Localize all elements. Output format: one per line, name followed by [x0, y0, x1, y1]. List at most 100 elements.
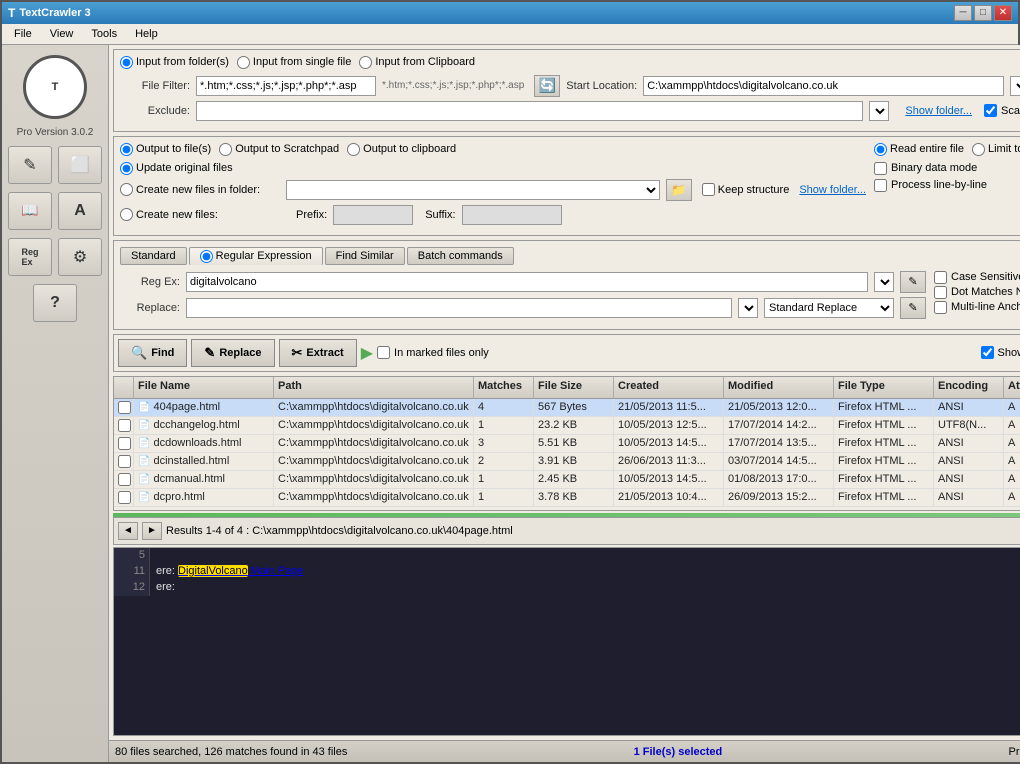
app-logo: T [23, 55, 87, 119]
new-folder-browse-button[interactable]: 📁 [666, 179, 692, 201]
tab-similar[interactable]: Find Similar [325, 247, 405, 265]
file-icon: 📄 [138, 420, 150, 431]
multiline-checkbox[interactable] [934, 301, 947, 314]
scan-subfolders-checkbox[interactable] [984, 104, 997, 117]
show-folder-link[interactable]: Show folder... [905, 105, 972, 117]
settings-button[interactable]: ⚙ [58, 238, 102, 276]
regex-input[interactable] [186, 272, 868, 292]
col-header-created[interactable]: Created [614, 377, 724, 398]
col-header-path[interactable]: Path [274, 377, 474, 398]
scan-subfolders-label[interactable]: Scan all subfolders [984, 104, 1020, 117]
page-button[interactable]: ⬜ [58, 146, 102, 184]
keep-structure-checkbox[interactable] [702, 183, 715, 196]
row-checkbox-5[interactable] [114, 489, 134, 506]
minimize-button[interactable]: ─ [954, 5, 972, 21]
edit-button[interactable]: ✎ [8, 146, 52, 184]
preview-prev-button[interactable]: ◄ [118, 522, 138, 540]
create-files-radio[interactable]: Create new files: [120, 208, 280, 221]
row-attributes-2: A [1004, 435, 1020, 452]
regex-edit-button[interactable]: ✎ [900, 271, 926, 293]
tab-regex-radio[interactable] [200, 250, 213, 263]
suffix-input[interactable] [462, 205, 562, 225]
output-clipboard-radio[interactable]: Output to clipboard [347, 143, 456, 156]
menu-bar: File View Tools Help [2, 24, 1018, 45]
start-location-input[interactable] [643, 76, 1004, 96]
row-checkbox-4[interactable] [114, 471, 134, 488]
tab-standard[interactable]: Standard [120, 247, 187, 265]
table-row[interactable]: 📄 dcchangelog.html C:\xammpp\htdocs\digi… [114, 417, 1020, 435]
row-checkbox-1[interactable] [114, 417, 134, 434]
read-entire-radio[interactable]: Read entire file [874, 143, 964, 156]
row-checkbox-0[interactable] [114, 399, 134, 416]
process-line-checkbox[interactable] [874, 179, 887, 192]
replace-button[interactable]: ✎ Replace [191, 339, 274, 367]
create-folder-radio[interactable]: Create new files in folder: [120, 183, 280, 196]
dot-newline-checkbox[interactable] [934, 286, 947, 299]
tab-regex[interactable]: Regular Expression [189, 247, 323, 265]
line-num-5: 5 [114, 548, 150, 564]
tab-batch[interactable]: Batch commands [407, 247, 514, 265]
help-button[interactable]: ? [33, 284, 77, 322]
prefix-input[interactable] [333, 205, 413, 225]
extract-button[interactable]: ✂ Extract [279, 339, 357, 367]
binary-data-checkbox[interactable] [874, 162, 887, 175]
input-folder-radio[interactable]: Input from folder(s) [120, 56, 229, 69]
regex-button[interactable]: RegEx [8, 238, 52, 276]
keep-structure-label[interactable]: Keep structure [702, 183, 790, 196]
menu-help[interactable]: Help [127, 26, 166, 42]
close-button[interactable]: ✕ [994, 5, 1012, 21]
limit-lines-radio[interactable]: Limit to lines [972, 143, 1020, 156]
row-filetype-5: Firefox HTML ... [834, 489, 934, 506]
exclude-dropdown[interactable] [869, 101, 889, 121]
replace-edit-button[interactable]: ✎ [900, 297, 926, 319]
table-row[interactable]: 📄 dcpro.html C:\xammpp\htdocs\digitalvol… [114, 489, 1020, 507]
col-header-modified[interactable]: Modified [724, 377, 834, 398]
find-button[interactable]: 🔍 Find [118, 339, 187, 367]
book-button[interactable]: 📖 [8, 192, 52, 230]
process-line-label[interactable]: Process line-by-line [874, 179, 987, 192]
regex-history-dropdown[interactable] [874, 272, 894, 292]
menu-view[interactable]: View [42, 26, 82, 42]
replace-input[interactable] [186, 298, 732, 318]
show-preview-checkbox[interactable] [981, 346, 994, 359]
output-files-radio[interactable]: Output to file(s) [120, 143, 211, 156]
row-checkbox-3[interactable] [114, 453, 134, 470]
col-header-encoding[interactable]: Encoding [934, 377, 1004, 398]
maximize-button[interactable]: □ [974, 5, 992, 21]
in-marked-label[interactable]: In marked files only [377, 346, 489, 359]
table-row[interactable]: 📄 dcdownloads.html C:\xammpp\htdocs\digi… [114, 435, 1020, 453]
file-filter-refresh-button[interactable]: 🔄 [534, 75, 560, 97]
preview-next-button[interactable]: ► [142, 522, 162, 540]
read-mode-group: Read entire file Limit to lines [874, 143, 1020, 156]
replace-history-dropdown[interactable] [738, 298, 758, 318]
table-row[interactable]: 📄 dcmanual.html C:\xammpp\htdocs\digital… [114, 471, 1020, 489]
col-header-filetype[interactable]: File Type [834, 377, 934, 398]
input-file-radio[interactable]: Input from single file [237, 56, 351, 69]
col-header-size[interactable]: File Size [534, 377, 614, 398]
binary-data-label[interactable]: Binary data mode [874, 162, 977, 175]
output-scratchpad-radio[interactable]: Output to Scratchpad [219, 143, 339, 156]
show-preview-label[interactable]: Show preview [981, 346, 1020, 359]
update-original-radio[interactable]: Update original files [120, 162, 233, 175]
start-location-dropdown[interactable] [1010, 76, 1020, 96]
in-marked-checkbox[interactable] [377, 346, 390, 359]
replace-mode-select[interactable]: Standard ReplaceRegex ReplaceScript Repl… [764, 298, 894, 318]
exclude-input[interactable] [196, 101, 863, 121]
menu-tools[interactable]: Tools [83, 26, 125, 42]
new-folder-select[interactable] [286, 180, 660, 200]
row-checkbox-2[interactable] [114, 435, 134, 452]
table-row[interactable]: 📄 dcinstalled.html C:\xammpp\htdocs\digi… [114, 453, 1020, 471]
font-button[interactable]: A [58, 192, 102, 230]
status-bar: 80 files searched, 126 matches found in … [109, 740, 1020, 762]
col-header-attributes[interactable]: Attributes [1004, 377, 1020, 398]
table-row[interactable]: 📄 404page.html C:\xammpp\htdocs\digitalv… [114, 399, 1020, 417]
file-filter-input[interactable] [196, 76, 376, 96]
output-show-folder-link[interactable]: Show folder... [799, 184, 866, 196]
col-header-matches[interactable]: Matches [474, 377, 534, 398]
row-modified-1: 17/07/2014 14:2... [724, 417, 834, 434]
menu-file[interactable]: File [6, 26, 40, 42]
col-header-filename[interactable]: File Name [134, 377, 274, 398]
input-clipboard-radio[interactable]: Input from Clipboard [359, 56, 475, 69]
file-filter-row: File Filter: *.htm;*.css;*.js;*.jsp;*.ph… [120, 75, 1020, 97]
case-sensitive-checkbox[interactable] [934, 271, 947, 284]
